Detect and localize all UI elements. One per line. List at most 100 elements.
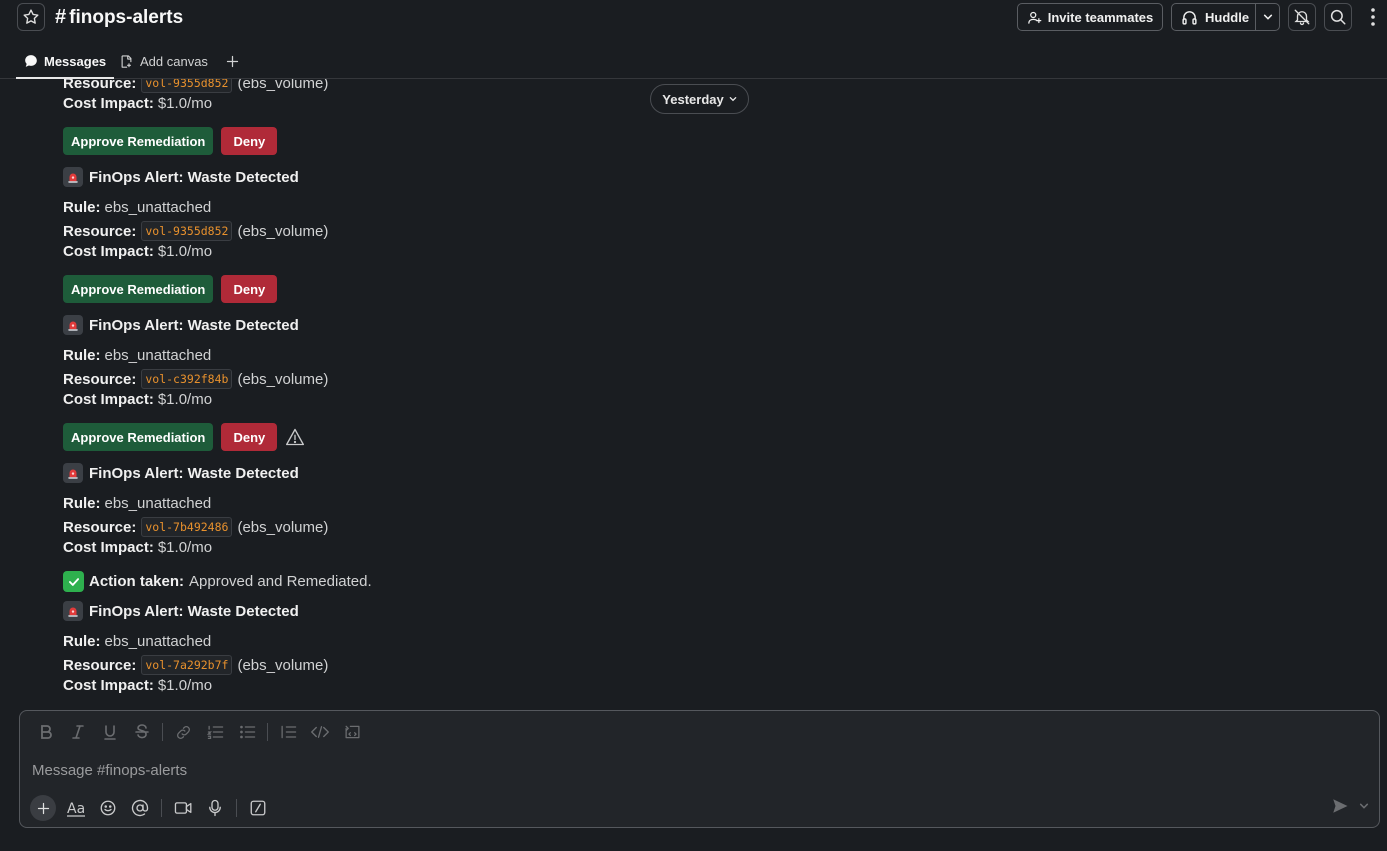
resource-label: Resource: [63, 79, 137, 92]
code-block-icon [344, 725, 360, 739]
code-block-button[interactable] [336, 721, 368, 743]
alert-title-text: FinOps Alert: Waste Detected [89, 168, 299, 186]
slash-command-icon [250, 800, 266, 816]
chevron-down-icon [1263, 14, 1272, 20]
alert-action-buttons: Approve Remediation Deny [63, 275, 278, 303]
search-button[interactable] [1324, 3, 1352, 31]
cost-value: $1.0/mo [157, 539, 213, 556]
alert-rule-line: Rule: ebs_unattached [63, 633, 211, 650]
svg-text:Aa: Aa [67, 801, 85, 817]
link-button[interactable] [167, 721, 199, 743]
rule-value: ebs_unattached [104, 633, 212, 650]
add-tab-button[interactable] [225, 44, 240, 78]
channel-name: finops-alerts [69, 6, 184, 28]
alert-resource-line: Resource: vol-9355d852 (ebs_volume) [63, 221, 328, 241]
date-divider-button[interactable]: Yesterday [650, 84, 749, 114]
blockquote-button[interactable] [272, 721, 304, 743]
send-options-button[interactable] [1359, 801, 1369, 811]
plus-icon [37, 802, 49, 814]
tab-add-canvas[interactable]: Add canvas [119, 44, 208, 78]
tab-messages-label: Messages [44, 53, 107, 69]
approve-remediation-button[interactable]: Approve Remediation [63, 423, 214, 451]
composer-actions: Aa [30, 794, 274, 822]
bulleted-list-icon [239, 725, 255, 739]
star-channel-button[interactable] [17, 3, 45, 31]
underline-button[interactable] [94, 721, 126, 743]
italic-icon [72, 725, 84, 739]
alert-resource-line: Resource: vol-9355d852 (ebs_volume) [63, 79, 328, 93]
more-options-button[interactable] [1366, 6, 1380, 28]
at-sign-icon [131, 799, 149, 817]
invite-label: Invite teammates [1047, 9, 1154, 25]
alert-resource-line: Resource: vol-7a292b7f (ebs_volume) [63, 655, 328, 675]
invite-teammates-button[interactable]: Invite teammates [1017, 3, 1163, 31]
record-video-button[interactable] [167, 795, 199, 821]
huddle-button[interactable]: Huddle [1172, 4, 1255, 30]
ordered-list-button[interactable] [199, 721, 231, 743]
cost-label: Cost Impact: [63, 677, 154, 694]
kebab-menu-icon [1371, 8, 1375, 26]
tab-messages[interactable]: Messages [16, 44, 115, 79]
rule-label: Rule: [63, 347, 101, 364]
resource-label: Resource: [63, 656, 137, 674]
shortcuts-button[interactable] [242, 795, 274, 821]
rule-label: Rule: [63, 199, 101, 216]
rotating-light-icon [63, 601, 83, 621]
alert-resource-line: Resource: vol-7b492486 (ebs_volume) [63, 517, 328, 537]
rule-value: ebs_unattached [104, 199, 212, 216]
alert-action-buttons: Approve Remediation Deny [63, 127, 278, 155]
action-taken-line: Action taken: Approved and Remediated. [63, 571, 372, 592]
alert-title: FinOps Alert: Waste Detected [63, 167, 299, 187]
attach-button[interactable] [30, 795, 56, 821]
smiley-icon [100, 800, 116, 816]
cost-value: $1.0/mo [157, 95, 213, 112]
deny-button[interactable]: Deny [221, 127, 278, 155]
search-icon [1330, 9, 1346, 25]
cost-label: Cost Impact: [63, 243, 154, 260]
deny-button[interactable]: Deny [221, 423, 278, 451]
huddle-options-button[interactable] [1255, 4, 1279, 30]
bold-button[interactable] [30, 721, 62, 743]
headphones-icon [1182, 10, 1197, 25]
star-icon [23, 9, 39, 24]
deny-button[interactable]: Deny [221, 275, 278, 303]
action-taken-label: Action taken: [89, 573, 185, 590]
toolbar-divider [162, 723, 163, 741]
message-input[interactable] [32, 759, 1332, 781]
message-list[interactable]: Resource: vol-9355d852 (ebs_volume) Cost… [0, 79, 1387, 709]
channel-title[interactable]: # finops-alerts [55, 6, 183, 29]
channel-hash: # [55, 6, 67, 28]
italic-button[interactable] [62, 721, 94, 743]
toolbar-divider [236, 799, 237, 817]
text-formatting-button[interactable]: Aa [60, 795, 92, 821]
rule-value: ebs_unattached [104, 495, 212, 512]
warning-icon[interactable] [285, 427, 305, 447]
rotating-light-icon [63, 463, 83, 483]
date-divider-label: Yesterday [662, 91, 724, 107]
rotating-light-icon [63, 315, 83, 335]
rule-label: Rule: [63, 495, 101, 512]
approve-remediation-button[interactable]: Approve Remediation [63, 275, 214, 303]
notifications-button[interactable] [1288, 3, 1316, 31]
text-format-icon: Aa [67, 801, 85, 817]
code-button[interactable] [304, 721, 336, 743]
bulleted-list-button[interactable] [231, 721, 263, 743]
send-button[interactable] [1331, 797, 1349, 815]
record-audio-button[interactable] [199, 795, 231, 821]
toolbar-divider [161, 799, 162, 817]
rotating-light-icon [63, 167, 83, 187]
emoji-button[interactable] [92, 795, 124, 821]
code-icon [311, 726, 329, 738]
alert-resource-line: Resource: vol-c392f84b (ebs_volume) [63, 369, 328, 389]
check-mark-icon [63, 571, 84, 592]
alert-cost-line: Cost Impact: $1.0/mo [63, 243, 212, 260]
strikethrough-button[interactable] [126, 721, 158, 743]
approve-remediation-button[interactable]: Approve Remediation [63, 127, 214, 155]
add-person-icon [1028, 11, 1042, 24]
link-icon [176, 725, 190, 739]
alert-action-buttons: Approve Remediation Deny [63, 423, 305, 451]
alert-cost-line: Cost Impact: $1.0/mo [63, 677, 212, 694]
mention-button[interactable] [124, 795, 156, 821]
alert-title-text: FinOps Alert: Waste Detected [89, 316, 299, 334]
cost-value: $1.0/mo [157, 391, 213, 408]
